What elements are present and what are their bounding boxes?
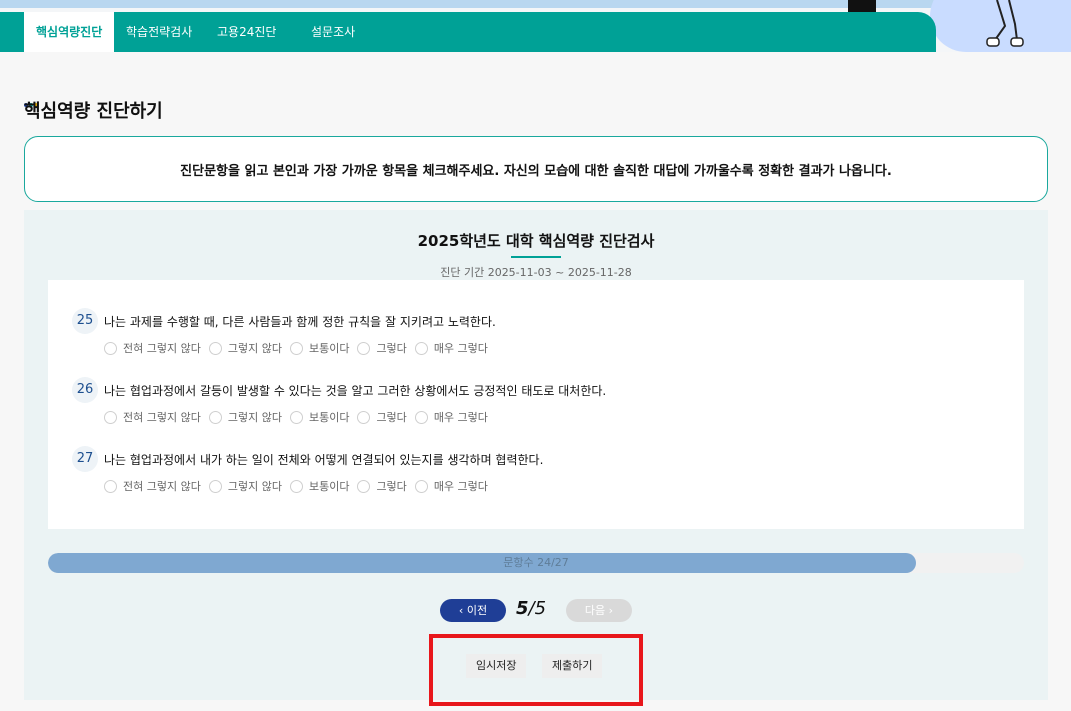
- question-number: 25: [72, 308, 98, 334]
- option-disagree[interactable]: 그렇지 않다: [208, 340, 282, 356]
- next-button[interactable]: 다음 ›: [566, 599, 632, 622]
- chevron-left-icon: ‹: [458, 604, 464, 617]
- temp-save-button[interactable]: 임시저장: [466, 654, 527, 678]
- current-page: 5: [516, 598, 529, 619]
- radio-icon[interactable]: [414, 410, 428, 424]
- option-disagree[interactable]: 그렇지 않다: [208, 409, 282, 425]
- question-list: 25 나는 과제를 수행할 때, 다른 사람들과 함께 정한 규칙을 잘 지키려…: [48, 280, 1024, 529]
- radio-icon[interactable]: [414, 341, 428, 355]
- question-number: 26: [72, 377, 98, 403]
- question-number: 27: [72, 446, 98, 472]
- radio-icon[interactable]: [208, 410, 222, 424]
- option-strongly-agree[interactable]: 매우 그렇다: [414, 478, 488, 494]
- radio-icon[interactable]: [104, 341, 117, 355]
- option-strongly-disagree[interactable]: 전혀 그렇지 않다: [104, 409, 201, 425]
- answer-options: 전혀 그렇지 않다 그렇지 않다 보통이다 그렇다 매우 그렇다: [104, 340, 496, 356]
- option-strongly-agree[interactable]: 매우 그렇다: [414, 340, 488, 356]
- radio-icon[interactable]: [208, 479, 222, 493]
- actions-highlight-box: [429, 634, 643, 706]
- submit-button[interactable]: 제출하기: [542, 654, 603, 678]
- pager: ‹ 이전 5/5 다음 ›: [24, 598, 1048, 624]
- option-neutral[interactable]: 보통이다: [289, 340, 349, 356]
- radio-icon[interactable]: [289, 341, 303, 355]
- option-agree[interactable]: 그렇다: [357, 409, 407, 425]
- answer-options: 전혀 그렇지 않다 그렇지 않다 보통이다 그렇다 매우 그렇다: [104, 478, 496, 494]
- option-strongly-agree[interactable]: 매우 그렇다: [414, 409, 488, 425]
- option-agree[interactable]: 그렇다: [357, 340, 407, 356]
- radio-icon[interactable]: [104, 410, 117, 424]
- chevron-right-icon: ›: [608, 604, 614, 617]
- option-neutral[interactable]: 보통이다: [289, 478, 349, 494]
- radio-icon[interactable]: [357, 410, 371, 424]
- banner-figure: [848, 0, 876, 12]
- tab-core-competency[interactable]: 핵심역량진단: [24, 12, 115, 52]
- tab-employment24[interactable]: 고용24진단: [205, 12, 288, 52]
- title-underline: [511, 256, 561, 258]
- progress-label: 문항수 24/27: [503, 556, 569, 569]
- radio-icon[interactable]: [357, 341, 371, 355]
- notice-text: 진단문항을 읽고 본인과 가장 가까운 항목을 체크해주세요. 자신의 모습에 …: [180, 163, 892, 179]
- answer-options: 전혀 그렇지 않다 그렇지 않다 보통이다 그렇다 매우 그렇다: [104, 409, 496, 425]
- tab-survey[interactable]: 설문조사: [299, 12, 367, 52]
- tab-learning-strategy[interactable]: 학습전략검사: [114, 12, 204, 52]
- survey-period: 진단 기간 2025-11-03 ~ 2025-11-28: [440, 266, 632, 279]
- banner-stripe: [0, 0, 1071, 8]
- total-pages: 5: [534, 598, 547, 619]
- question-text: 나는 협업과정에서 내가 하는 일이 전체와 어떻게 연결되어 있는지를 생각하…: [104, 453, 544, 467]
- option-agree[interactable]: 그렇다: [357, 478, 407, 494]
- radio-icon[interactable]: [104, 479, 117, 493]
- radio-icon[interactable]: [357, 479, 371, 493]
- question-text: 나는 협업과정에서 갈등이 발생할 수 있다는 것을 알고 그러한 상황에서도 …: [104, 384, 607, 398]
- banner-illustration-icon: [986, 0, 1024, 47]
- survey-panel: 2025학년도 대학 핵심역량 진단검사 진단 기간 2025-11-03 ~ …: [24, 210, 1048, 706]
- page-indicator: 5/5: [516, 598, 546, 619]
- option-strongly-disagree[interactable]: 전혀 그렇지 않다: [104, 340, 201, 356]
- prev-button[interactable]: ‹ 이전: [440, 599, 506, 622]
- radio-icon[interactable]: [289, 410, 303, 424]
- option-disagree[interactable]: 그렇지 않다: [208, 478, 282, 494]
- instruction-notice: 진단문항을 읽고 본인과 가장 가까운 항목을 체크해주세요. 자신의 모습에 …: [24, 136, 1048, 202]
- option-neutral[interactable]: 보통이다: [289, 409, 349, 425]
- progress-bar: 문항수 24/27: [48, 553, 1024, 573]
- option-strongly-disagree[interactable]: 전혀 그렇지 않다: [104, 478, 201, 494]
- prev-label: 이전: [466, 604, 488, 617]
- radio-icon[interactable]: [414, 479, 428, 493]
- survey-title: 2025학년도 대학 핵심역량 진단검사: [417, 232, 655, 250]
- radio-icon[interactable]: [208, 341, 222, 355]
- question-text: 나는 과제를 수행할 때, 다른 사람들과 함께 정한 규칙을 잘 지키려고 노…: [104, 315, 496, 329]
- radio-icon[interactable]: [289, 479, 303, 493]
- main-tabbar: 핵심역량진단 학습전략검사 고용24진단 설문조사: [0, 12, 936, 52]
- next-label: 다음: [584, 604, 606, 617]
- page-title: 핵심역량 진단하기: [24, 101, 163, 122]
